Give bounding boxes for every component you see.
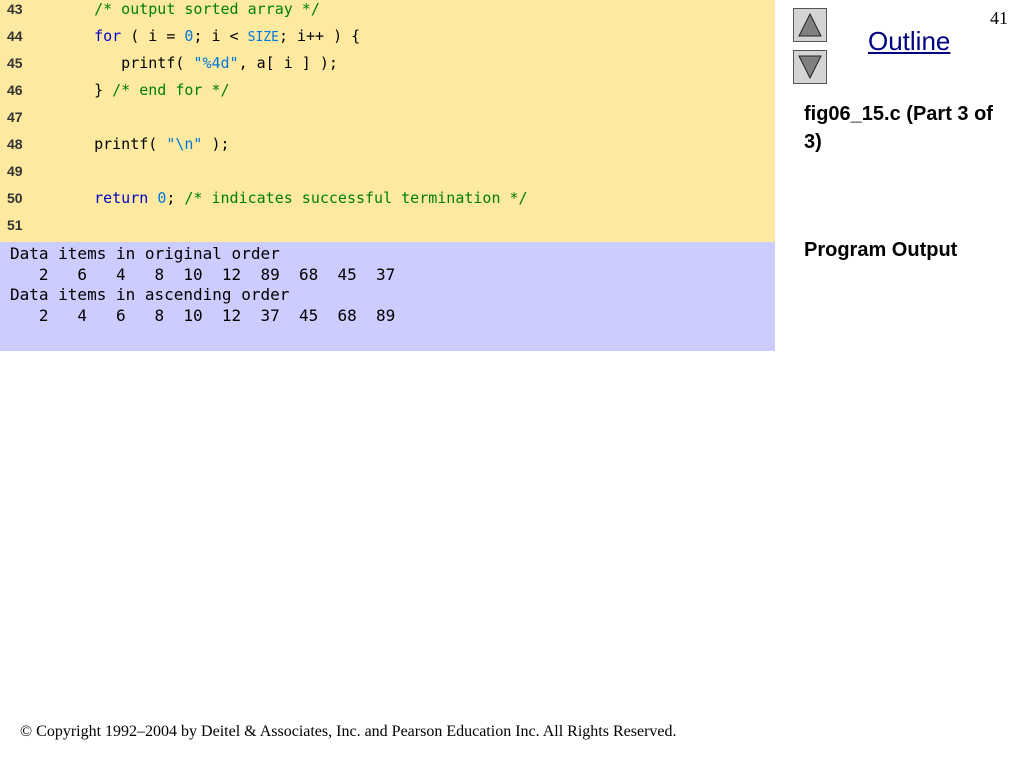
code-token: printf( <box>67 54 194 72</box>
code-token: "%4d" <box>193 54 239 72</box>
code-token: /* output sorted array */ <box>67 0 320 18</box>
code-token: ( i = <box>121 27 185 45</box>
code-text: /* output sorted array */ <box>67 0 320 18</box>
code-token: SIZE <box>247 30 279 45</box>
code-line: 50 return 0; /* indicates successful ter… <box>0 189 775 216</box>
code-token: /* indicates successful termination */ <box>184 189 528 207</box>
code-line: 49 <box>0 162 775 189</box>
line-number: 50 <box>7 190 23 206</box>
code-text: printf( "%4d", a[ i ] ); <box>67 54 338 72</box>
program-output-panel: Data items in original order 2 6 4 8 10 … <box>0 242 775 351</box>
code-panel: 43 /* output sorted array */44 for ( i =… <box>0 0 775 242</box>
code-token: ; i++ ) { <box>278 27 361 45</box>
page-number: 41 <box>990 8 1008 28</box>
code-line: 48 printf( "\n" ); <box>0 135 775 162</box>
code-line: 44 for ( i = 0; i < SIZE; i++ ) { <box>0 27 775 54</box>
triangle-down-icon <box>798 55 822 80</box>
code-token: ; <box>166 189 185 207</box>
code-text: printf( "\n" ); <box>67 135 230 153</box>
outline-link[interactable]: Outline <box>868 26 950 57</box>
code-token: , a[ i ] ); <box>238 54 338 72</box>
line-number: 45 <box>7 55 23 71</box>
next-slide-button[interactable] <box>793 50 827 84</box>
code-token: return <box>67 189 149 207</box>
code-token: "\n" <box>166 135 203 153</box>
code-line: 46 } /* end for */ <box>0 81 775 108</box>
previous-slide-button[interactable] <box>793 8 827 42</box>
code-token: ); <box>202 135 230 153</box>
line-number: 49 <box>7 163 23 179</box>
copyright-notice: © Copyright 1992–2004 by Deitel & Associ… <box>20 723 677 740</box>
code-token: } <box>67 81 113 99</box>
code-text: return 0; /* indicates successful termin… <box>67 189 528 207</box>
code-token: ; i < <box>193 27 248 45</box>
line-number: 48 <box>7 136 23 152</box>
line-number: 46 <box>7 82 23 98</box>
code-token: 0 <box>157 189 167 207</box>
line-number: 47 <box>7 109 23 125</box>
line-number: 51 <box>7 217 23 233</box>
output-line: 2 4 6 8 10 12 37 45 68 89 <box>10 305 396 325</box>
code-token: /* end for */ <box>112 81 230 99</box>
code-line: 51 <box>0 216 775 243</box>
output-line: 2 6 4 8 10 12 89 68 45 37 <box>10 264 396 284</box>
code-line: 43 /* output sorted array */ <box>0 0 775 27</box>
file-caption: fig06_15.c (Part 3 of 3) <box>804 103 993 153</box>
code-line: 45 printf( "%4d", a[ i ] ); <box>0 54 775 81</box>
triangle-up-icon <box>798 12 822 37</box>
code-text: } /* end for */ <box>67 81 230 99</box>
code-token: for <box>67 27 122 45</box>
code-token: printf( <box>67 135 167 153</box>
line-number: 43 <box>7 1 23 17</box>
output-line: Data items in ascending order <box>10 285 290 304</box>
program-output-caption: Program Output <box>804 239 958 261</box>
output-line: Data items in original order <box>10 244 280 263</box>
code-line: 47 <box>0 108 775 135</box>
code-text: for ( i = 0; i < SIZE; i++ ) { <box>67 27 360 47</box>
line-number: 44 <box>7 28 23 44</box>
